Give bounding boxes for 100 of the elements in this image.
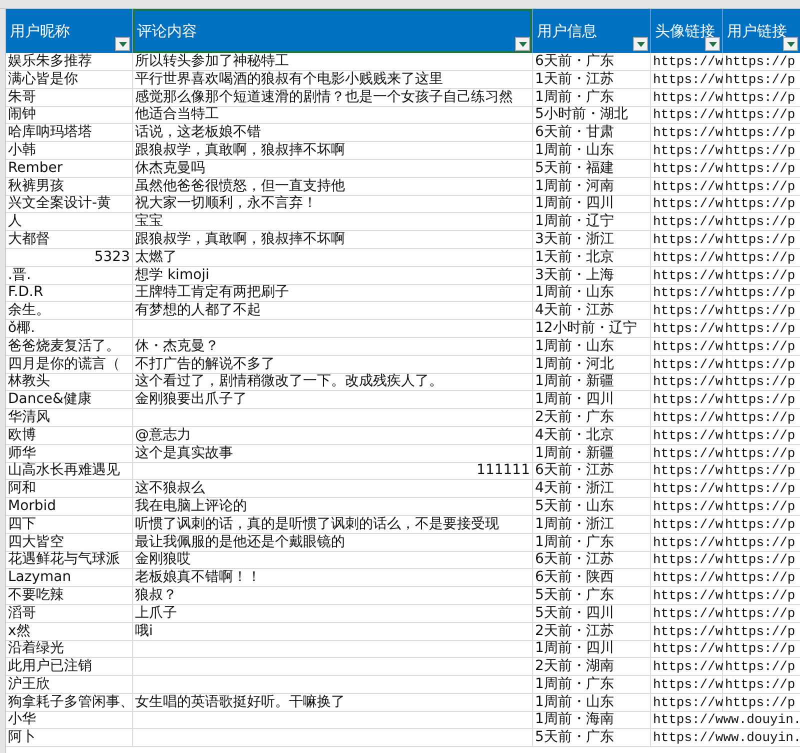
table-cell: https://p <box>723 586 800 605</box>
table-cell: https://p <box>723 195 800 214</box>
table-cell: 5323 <box>6 248 133 267</box>
table-cell: 5天前・山东 <box>533 498 651 516</box>
table-cell: 兴文全案设计-黄 <box>6 195 133 214</box>
table-cell: Rember <box>6 160 133 178</box>
table-cell: 哈库呐玛塔塔 <box>6 124 133 142</box>
table-cell: https://p <box>723 373 800 392</box>
table-cell: 沪王欣 <box>6 676 133 694</box>
table-cell: https://p <box>723 426 800 445</box>
table-cell: https://www.douyin. <box>651 711 800 730</box>
column-header: 评论内容 <box>133 9 533 53</box>
table-cell: 华清风 <box>6 408 133 427</box>
column-header: 头像链接 <box>651 9 723 53</box>
table-cell: 虽然他爸爸很愤怒，但一直支持他 <box>133 178 533 196</box>
table-cell: https://w <box>651 622 723 640</box>
table-cell: 休杰克曼吗 <box>133 160 533 178</box>
table-cell: https://p <box>723 124 800 142</box>
table-cell: 大都督 <box>6 230 133 249</box>
table-cell: https://w <box>651 356 723 374</box>
table-cell: Dance&健康 <box>6 391 133 410</box>
table-cell: 这不狼叔么 <box>133 480 533 498</box>
table-cell: 有梦想的人都了不起 <box>133 302 533 320</box>
table-cell: 1周前・浙江 <box>533 516 651 534</box>
table-cell: 4天前・浙江 <box>533 480 651 498</box>
table-cell: 哦i <box>133 622 533 640</box>
table-cell: 山高水长再难遇见 <box>6 462 133 480</box>
table-cell: https://w <box>651 124 723 142</box>
table-cell: 他适合当特工 <box>133 106 533 124</box>
caret-icon <box>118 42 126 46</box>
column-header: 用户信息 <box>533 9 651 53</box>
filter-button[interactable] <box>705 37 720 51</box>
table-cell: 金刚狼要出爪子了 <box>133 391 533 410</box>
table-cell: 平行世界喜欢喝酒的狼叔有个电影小贱贱来了这里 <box>133 70 533 89</box>
table-cell: 跟狼叔学，真敢啊，狼叔摔不坏啊 <box>133 230 533 249</box>
table-cell: 1周前・广东 <box>533 534 651 552</box>
table-cell: https://p <box>723 284 800 302</box>
table-cell: 宝宝 <box>133 213 533 232</box>
table-cell: https://w <box>651 106 723 124</box>
table-cell: 祝大家一切顺利，永不言弃！ <box>133 195 533 214</box>
filter-button[interactable] <box>783 37 798 51</box>
table-cell: 5天前・福建 <box>533 160 651 178</box>
table-cell: .晋. <box>6 266 133 285</box>
table-cell: https://p <box>723 694 800 712</box>
table-cell: 2天前・湖南 <box>533 658 651 676</box>
table-cell: 不打广告的解说不多了 <box>133 356 533 374</box>
filter-button[interactable] <box>633 37 648 51</box>
table-cell: 5小时前・湖北 <box>533 106 651 124</box>
table-cell: https://w <box>651 53 723 71</box>
table-cell: 四月是你的谎言（ <box>6 356 133 374</box>
table-cell: 话说，这老板娘不错 <box>133 124 533 142</box>
table-cell: https://w <box>651 178 723 196</box>
table-cell: https://w <box>651 676 723 694</box>
table-cell: https://p <box>723 569 800 588</box>
table-cell: 林教头 <box>6 373 133 392</box>
table-cell: 满心皆是你 <box>6 70 133 89</box>
column-header: 用户昵称 <box>6 9 133 53</box>
table-cell: https://w <box>651 551 723 570</box>
table-cell: https://w <box>651 320 723 338</box>
table-cell: 1天前・北京 <box>533 248 651 267</box>
table-cell: https://p <box>723 551 800 570</box>
table-cell: 1周前・四川 <box>533 391 651 410</box>
table-cell: 金刚狼哎 <box>133 551 533 570</box>
table-cell: 2天前・江苏 <box>533 622 651 640</box>
table-cell: https://w <box>651 195 723 214</box>
table-cell: https://p <box>723 604 800 623</box>
table-cell: https://p <box>723 498 800 516</box>
table-cell: 闹钟 <box>6 106 133 124</box>
table-cell: 太燃了 <box>133 248 533 267</box>
table-cell: 12小时前・辽宁 <box>533 320 651 338</box>
table-cell: 1周前・海南 <box>533 711 651 730</box>
table-cell: 1周前・河北 <box>533 356 651 374</box>
table-cell: https://p <box>723 248 800 267</box>
table-cell: 6天前・江苏 <box>533 551 651 570</box>
caret-icon <box>636 42 644 46</box>
table-cell: https://w <box>651 498 723 516</box>
table-cell: https://p <box>723 142 800 160</box>
table-cell: 老板娘真不错啊！！ <box>133 569 533 588</box>
table-cell: 1周前・河南 <box>533 178 651 196</box>
table-cell: https://p <box>723 658 800 676</box>
table-cell: https://p <box>723 534 800 552</box>
table-cell: https://p <box>723 391 800 410</box>
table-cell: https://p <box>723 516 800 534</box>
table-cell: 上爪子 <box>133 604 533 623</box>
caret-icon <box>786 42 794 46</box>
filter-button[interactable] <box>515 37 530 51</box>
table-cell: 四大皆空 <box>6 534 133 552</box>
table-cell: https://w <box>651 480 723 498</box>
table-cell: 女生唱的英语歌挺好听。干嘛换了 <box>133 694 533 712</box>
table-cell: 6天前・陕西 <box>533 569 651 588</box>
table-cell: 5天前・广东 <box>533 729 651 748</box>
table-cell: https://p <box>723 338 800 356</box>
table-cell: 6天前・广东 <box>533 53 651 71</box>
table-cell: 最让我佩服的是他还是个戴眼镜的 <box>133 534 533 552</box>
filter-button[interactable] <box>115 37 130 51</box>
table-cell: 1天前・江苏 <box>533 70 651 89</box>
table-cell: https://w <box>651 142 723 160</box>
table-cell: 阿和 <box>6 480 133 498</box>
table-cell: https://p <box>723 230 800 249</box>
table-cell: 想学 kimoji <box>133 266 533 285</box>
